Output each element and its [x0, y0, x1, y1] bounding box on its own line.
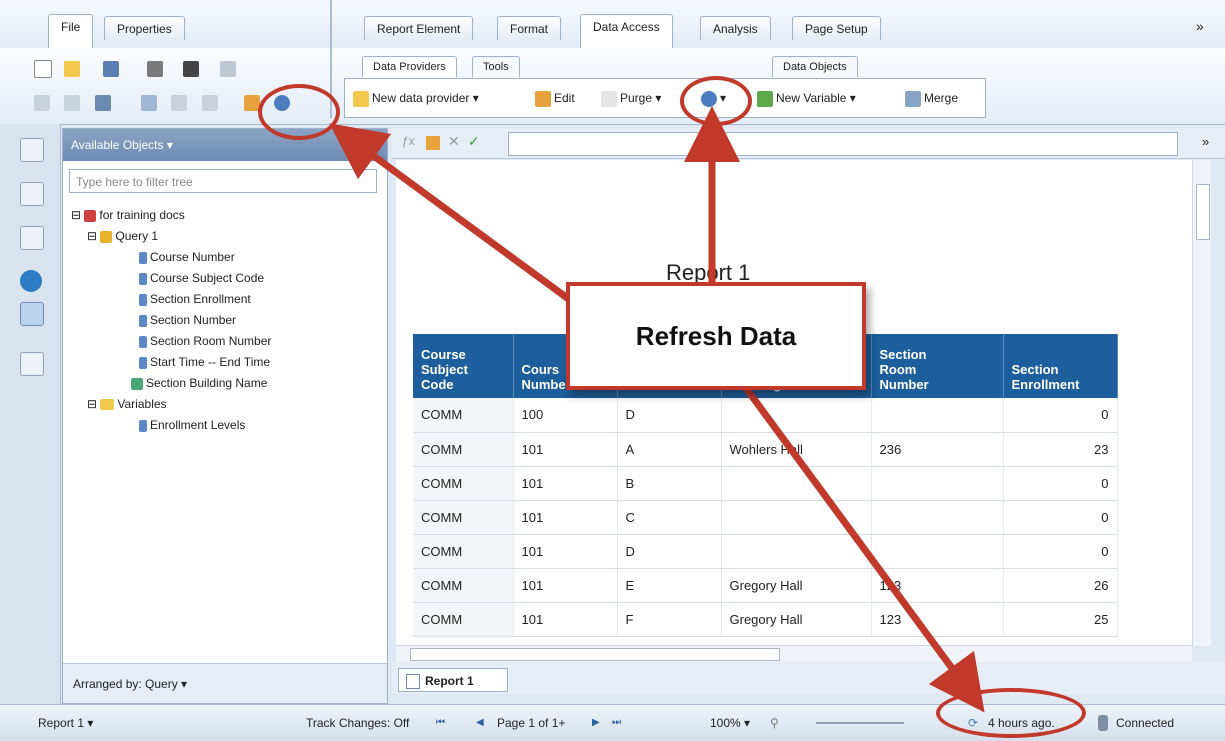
refresh-data-callout: Refresh Data — [566, 282, 866, 390]
arrow-to-toolbar-refresh — [329, 123, 573, 303]
highlight-circle — [258, 84, 340, 140]
highlight-circle — [936, 688, 1086, 738]
arrow-to-status-refresh — [737, 377, 985, 713]
highlight-circle — [680, 76, 752, 126]
